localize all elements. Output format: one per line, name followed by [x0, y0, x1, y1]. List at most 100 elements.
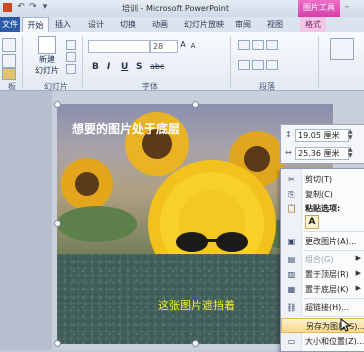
sunglasses-bridge	[207, 239, 217, 242]
slide-thumbnail-pane[interactable]	[0, 91, 52, 350]
height-icon: ↕	[285, 130, 292, 139]
height-input[interactable]: 19.05 厘米	[295, 129, 349, 142]
menu-item-label: 超链接(H)...	[305, 303, 349, 312]
tab-slideshow[interactable]: 幻灯片放映	[180, 17, 228, 32]
bring-to-front-icon: ▥	[287, 270, 296, 279]
title-bar: ↶ ↷ ▾ 培训 - Microsoft PowerPoint 图片工具 –	[0, 0, 364, 17]
resize-handle[interactable]	[192, 101, 199, 108]
resize-handle[interactable]	[192, 340, 199, 347]
tab-design[interactable]: 设计	[85, 17, 107, 32]
tab-home[interactable]: 开始	[22, 17, 49, 33]
align-left-icon[interactable]	[238, 60, 250, 70]
divider	[230, 36, 231, 88]
tab-animations[interactable]: 动画	[149, 17, 171, 32]
menu-item-label: 组合(G)	[305, 255, 334, 264]
new-slide-icon[interactable]	[38, 36, 56, 54]
shapes-icon[interactable]	[330, 38, 354, 60]
tab-transitions[interactable]: 切换	[117, 17, 139, 32]
shrink-font-icon[interactable]: A	[188, 42, 198, 50]
menu-item-label: 剪切(T)	[305, 175, 333, 184]
slide-title-text[interactable]: 想要的图片处于底层	[72, 120, 180, 137]
ribbon-tab-bar: 文件 开始 插入 设计 切换 动画 幻灯片放映 审阅 视图 格式	[0, 17, 364, 33]
hyperlink-icon: ⛓	[286, 303, 297, 312]
tab-format[interactable]: 格式	[300, 17, 326, 32]
clipboard-icon: 📋	[286, 204, 297, 213]
redo-icon[interactable]: ↷	[28, 2, 38, 13]
font-name-combo[interactable]	[88, 40, 150, 53]
layout-icon[interactable]	[66, 40, 76, 50]
width-input[interactable]: 25.36 厘米	[295, 147, 349, 160]
new-slide-label-2[interactable]: 幻灯片	[30, 65, 64, 76]
resize-handle[interactable]	[54, 101, 61, 108]
picture-tools-text: 图片工具	[303, 3, 335, 12]
cut-icon[interactable]	[2, 38, 16, 52]
align-center-icon[interactable]	[252, 60, 264, 70]
menu-separator	[303, 298, 364, 299]
submenu-arrow-icon: ▶	[355, 284, 361, 292]
menu-item-size-and-position[interactable]: ▭ 大小和位置(Z)...	[281, 334, 364, 349]
submenu-arrow-icon: ▶	[355, 269, 361, 277]
decrease-indent-icon[interactable]	[266, 40, 278, 50]
section-icon[interactable]	[66, 64, 76, 74]
grow-font-icon[interactable]: A	[178, 40, 188, 49]
menu-item-label: 置于底层(K)	[305, 285, 349, 294]
shadow-button[interactable]: S	[136, 62, 142, 72]
group-icon: ▤	[287, 255, 296, 264]
menu-separator	[303, 250, 364, 251]
menu-item-save-as-picture[interactable]: 另存为图片(S)...	[281, 318, 364, 333]
customize-qat-icon[interactable]: ▾	[40, 2, 50, 13]
size-position-icon: ▭	[287, 337, 296, 346]
divider	[318, 36, 319, 88]
divider	[22, 36, 23, 88]
bold-button[interactable]: B	[92, 62, 99, 72]
change-picture-icon: ▣	[287, 237, 296, 246]
slide-caption-text[interactable]: 这张图片遮挡着	[158, 297, 235, 313]
menu-item-copy[interactable]: ⎘ 复制(C)	[281, 187, 364, 202]
window-title: 培训 - Microsoft PowerPoint	[122, 4, 229, 13]
submenu-arrow-icon: ▶	[355, 254, 361, 262]
undo-icon[interactable]: ↶	[16, 2, 26, 13]
tab-file[interactable]: 文件	[0, 17, 20, 32]
picture-tools-context-label: 图片工具	[298, 0, 340, 17]
sunglasses-right-lens	[216, 232, 248, 252]
send-to-back-icon: ▦	[287, 285, 296, 294]
tab-review[interactable]: 审阅	[232, 17, 254, 32]
reset-icon[interactable]	[66, 52, 76, 62]
italic-button[interactable]: I	[107, 62, 110, 72]
menu-item-cut[interactable]: ✂ 剪切(T)	[281, 172, 364, 187]
resize-handle[interactable]	[54, 220, 61, 227]
mouse-pointer-icon	[340, 317, 352, 335]
minimize-button[interactable]: –	[342, 2, 352, 12]
underline-button[interactable]: U	[121, 62, 128, 72]
scissors-icon: ✂	[288, 175, 295, 184]
tab-view[interactable]: 视图	[264, 17, 286, 32]
font-size-combo[interactable]: 28	[150, 40, 178, 53]
width-spinner-icon[interactable]: ▲ ▼	[348, 147, 353, 159]
menu-item-label: 粘贴选项:	[305, 204, 341, 213]
context-menu: ✂ 剪切(T) ⎘ 复制(C) 📋 粘贴选项: A ▣ 更改图片(A)... ▤…	[280, 168, 364, 352]
ribbon: 板 新建 幻灯片 幻灯片 28 A A B I U S abc 字体 段落	[0, 32, 364, 91]
size-mini-toolbar: ↕ 19.05 厘米 ▲ ▼ ↔ 25.36 厘米 ▲ ▼	[280, 124, 364, 164]
sunglasses-left-lens	[176, 232, 208, 252]
menu-item-bring-to-front[interactable]: ▥ 置于顶层(R) ▶	[281, 267, 364, 282]
tab-insert[interactable]: 插入	[52, 17, 74, 32]
format-painter-icon[interactable]	[2, 68, 16, 80]
align-right-icon[interactable]	[266, 60, 278, 70]
strikethrough-button[interactable]: abc	[150, 62, 164, 71]
menu-item-hyperlink[interactable]: ⛓ 超链接(H)...	[281, 300, 364, 315]
menu-item-change-picture[interactable]: ▣ 更改图片(A)...	[281, 234, 364, 249]
height-spinner-icon[interactable]: ▲ ▼	[348, 129, 353, 141]
paste-keep-formatting-icon[interactable]: A	[305, 215, 319, 229]
menu-item-group[interactable]: ▤ 组合(G) ▶	[281, 252, 364, 267]
menu-separator	[303, 231, 364, 232]
new-slide-label[interactable]: 新建	[34, 54, 60, 65]
app-icon[interactable]	[3, 2, 13, 13]
menu-item-label: 置于顶层(R)	[305, 270, 349, 279]
numbering-icon[interactable]	[252, 40, 264, 50]
menu-item-paste-options: 📋 粘贴选项:	[281, 201, 364, 216]
resize-handle[interactable]	[54, 340, 61, 347]
menu-item-send-to-back[interactable]: ▦ 置于底层(K) ▶	[281, 282, 364, 297]
copy-icon: ⎘	[288, 190, 295, 199]
copy-icon[interactable]	[2, 54, 16, 68]
bullets-icon[interactable]	[238, 40, 250, 50]
